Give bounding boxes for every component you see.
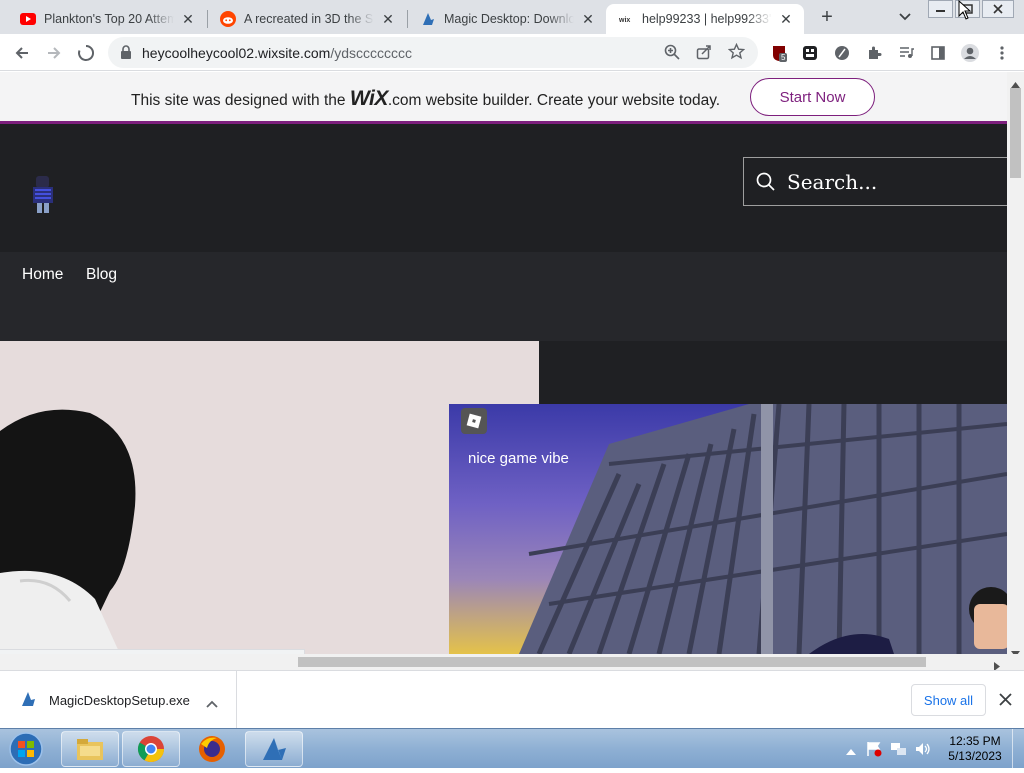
- tab-title: help99233 | help99233's site: [642, 12, 772, 26]
- youtube-icon: [20, 11, 36, 27]
- site-header: Search...: [0, 127, 1007, 252]
- banner-text-after: website builder. Create your website tod…: [421, 92, 721, 109]
- feather-extension-icon[interactable]: [829, 40, 855, 66]
- svg-text:wix: wix: [618, 17, 630, 24]
- tab-strip: Plankton's Top 20 Attempts ✕ A recreated…: [0, 0, 1024, 34]
- site-logo[interactable]: [30, 174, 56, 216]
- wix-promo-banner: This site was designed with the WiX.com …: [0, 72, 1007, 124]
- close-window-button[interactable]: [982, 0, 1014, 18]
- nav-blog[interactable]: Blog: [86, 266, 117, 284]
- search-icon: [756, 172, 776, 197]
- tab-title: A recreated in 3D the Spongebob: [244, 12, 374, 26]
- wix-banner-text: This site was designed with the WiX.com …: [131, 87, 720, 111]
- clock-time: 12:35 PM: [949, 734, 1001, 748]
- chevron-up-icon[interactable]: [206, 695, 218, 713]
- show-all-button[interactable]: Show all: [911, 684, 986, 716]
- tray-expand-arrow-icon[interactable]: [846, 743, 856, 761]
- tab-reddit[interactable]: A recreated in 3D the Spongebob ✕: [208, 4, 406, 34]
- reddit-icon: [220, 11, 236, 27]
- windows-taskbar: 12:35 PM 5/13/2023: [0, 728, 1024, 769]
- horizontal-scrollbar[interactable]: [0, 654, 1024, 671]
- extension-badge: 5: [779, 53, 788, 62]
- bookmark-star-icon[interactable]: [727, 42, 746, 65]
- menu-kebab-icon[interactable]: [989, 40, 1015, 66]
- tab-youtube[interactable]: Plankton's Top 20 Attempts ✕: [8, 4, 206, 34]
- browser-toolbar: heycoolheycool02.wixsite.com/ydscccccccc…: [0, 34, 1024, 71]
- grid-extension-icon[interactable]: [797, 40, 823, 66]
- address-bar[interactable]: heycoolheycool02.wixsite.com/ydscccccccc: [108, 37, 758, 68]
- volume-icon[interactable]: [914, 741, 932, 762]
- taskbar-file-explorer[interactable]: [61, 731, 119, 767]
- download-filename: MagicDesktopSetup.exe: [49, 693, 190, 708]
- url-text[interactable]: heycoolheycool02.wixsite.com/ydscccccccc: [142, 45, 412, 61]
- system-clock[interactable]: 12:35 PM 5/13/2023: [944, 734, 1006, 764]
- lock-icon[interactable]: [120, 45, 132, 64]
- tab-close-icon[interactable]: ✕: [778, 11, 794, 28]
- profile-avatar-icon[interactable]: [957, 40, 983, 66]
- action-center-flag-icon[interactable]: [866, 741, 882, 762]
- banner-text-before: This site was designed with the: [131, 92, 350, 109]
- puzzle-extensions-icon[interactable]: [861, 40, 887, 66]
- blog-post-card[interactable]: nice game vibe: [449, 404, 1007, 654]
- roblox-icon: [461, 408, 487, 434]
- tab-title: Plankton's Top 20 Attempts: [44, 12, 174, 26]
- card-caption[interactable]: nice game vibe: [468, 450, 569, 467]
- download-item[interactable]: MagicDesktopSetup.exe: [0, 671, 237, 728]
- minimize-button[interactable]: [928, 0, 953, 18]
- site-search-box[interactable]: Search...: [743, 157, 1007, 206]
- tab-close-icon[interactable]: ✕: [180, 11, 196, 28]
- back-arrow-icon[interactable]: [9, 40, 35, 66]
- clock-date: 5/13/2023: [948, 749, 1002, 763]
- horizontal-scroll-thumb[interactable]: [298, 657, 926, 667]
- tab-wix-site[interactable]: wix help99233 | help99233's site ✕: [606, 4, 804, 34]
- tab-close-icon[interactable]: ✕: [380, 11, 396, 28]
- new-tab-button[interactable]: +: [816, 6, 838, 28]
- forward-arrow-icon[interactable]: [41, 40, 67, 66]
- close-shelf-icon[interactable]: [999, 693, 1012, 711]
- wix-logo: WiX: [349, 87, 388, 110]
- tab-title: Magic Desktop: Download: [444, 12, 574, 26]
- vertical-scrollbar[interactable]: [1007, 72, 1024, 657]
- tab-close-icon[interactable]: ✕: [580, 11, 596, 28]
- ublock-extension-icon[interactable]: 5: [767, 40, 793, 66]
- page-viewport: This site was designed with the WiX.com …: [0, 72, 1007, 654]
- taskbar-magic-desktop[interactable]: [245, 731, 303, 767]
- side-panel-icon[interactable]: [925, 40, 951, 66]
- media-control-icon[interactable]: [893, 40, 919, 66]
- search-placeholder: Search...: [787, 170, 878, 194]
- download-shelf: MagicDesktopSetup.exe Show all: [0, 670, 1024, 728]
- show-desktop-button[interactable]: [1012, 729, 1024, 769]
- vertical-scroll-thumb[interactable]: [1010, 88, 1021, 178]
- tab-magic-desktop[interactable]: Magic Desktop: Download ✕: [408, 4, 606, 34]
- start-button[interactable]: [4, 730, 48, 768]
- network-icon[interactable]: [890, 741, 908, 762]
- magic-desktop-icon: [420, 11, 436, 27]
- share-icon[interactable]: [696, 44, 712, 65]
- start-now-button[interactable]: Start Now: [750, 78, 875, 116]
- loading-spinner-icon[interactable]: [73, 40, 99, 66]
- mouse-cursor-icon: [958, 0, 972, 25]
- url-host: heycoolheycool02.wixsite.com: [142, 45, 331, 61]
- magic-desktop-file-icon: [19, 690, 37, 713]
- taskbar-chrome[interactable]: [122, 731, 180, 767]
- zoom-icon[interactable]: [664, 44, 680, 65]
- nav-home[interactable]: Home: [22, 266, 63, 284]
- url-path: /ydscccccccc: [330, 45, 413, 61]
- wix-logo-suffix: .com: [387, 92, 422, 109]
- taskbar-firefox[interactable]: [183, 731, 241, 767]
- tab-search-chevron-icon[interactable]: [895, 8, 915, 26]
- site-nav: Home Blog: [0, 252, 1007, 341]
- wix-favicon: wix: [618, 11, 634, 27]
